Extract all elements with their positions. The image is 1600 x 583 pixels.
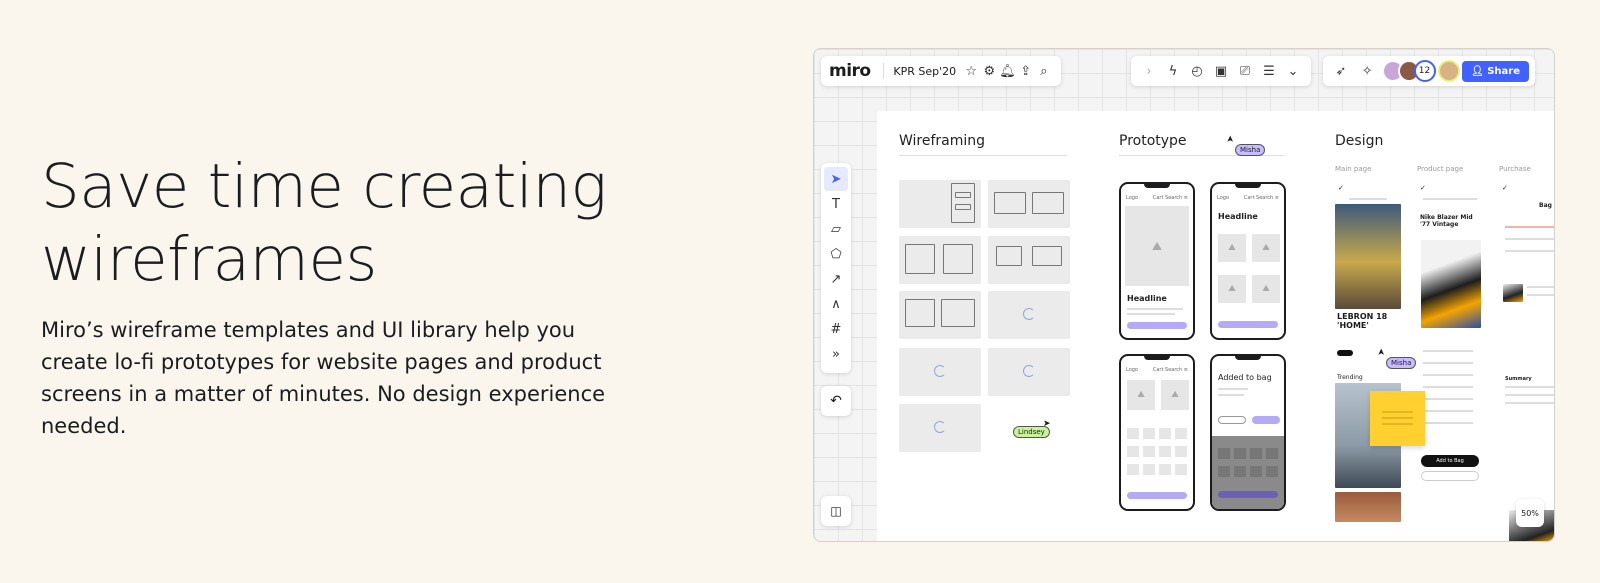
phone-cta-button[interactable] — [1127, 492, 1187, 499]
gear-icon[interactable]: ⚙ — [980, 59, 998, 83]
more-tools-icon[interactable]: » — [824, 342, 848, 366]
cursor-follow-icon[interactable]: ➶ — [1329, 59, 1353, 83]
phone-headline: Headline — [1218, 212, 1258, 221]
bell-icon[interactable]: 🔔︎ — [998, 59, 1016, 83]
section-title-wireframing: Wireframing — [899, 133, 1067, 156]
cursor-icon[interactable]: ➤ — [824, 167, 848, 191]
collaborator-count: 12 — [1413, 60, 1436, 82]
notes-icon[interactable]: ☰ — [1257, 59, 1281, 83]
zoom-level[interactable]: 50% — [1516, 499, 1544, 527]
wireframe-sketch-thumb[interactable] — [899, 291, 981, 339]
design-summary: Summary — [1505, 376, 1532, 382]
search-icon[interactable]: ⌕ — [1035, 59, 1053, 83]
chevron-right-icon[interactable]: › — [1137, 59, 1161, 83]
design-lebron-title: LEBRON 18 'HOME' — [1337, 312, 1388, 330]
design-purchase-page[interactable]: ✓ Bag Summary — [1499, 180, 1554, 541]
wireframe-sketch-thumb[interactable] — [988, 236, 1070, 284]
phone-search: Search — [1256, 195, 1274, 201]
celebrate-icon[interactable]: ✧ — [1355, 59, 1379, 83]
hero-title: Save time creating wireframes — [41, 150, 701, 296]
bolt-icon[interactable]: ϟ — [1161, 59, 1185, 83]
hero-description: Miro’s wireframe templates and UI librar… — [41, 318, 606, 438]
board-name[interactable]: KPR Sep'20 — [893, 65, 956, 78]
arrow-icon[interactable]: ↗ — [824, 267, 848, 291]
design-product-page[interactable]: ✓ Nike Blazer Mid '77 Vintage Add to Bag — [1417, 180, 1483, 541]
wireframe-sketch-thumb[interactable] — [899, 180, 981, 228]
present-icon[interactable]: ⎚ — [1233, 59, 1257, 83]
board-toolbar-right: ➶ ✧ 12 👤︎ Share — [1323, 56, 1535, 86]
cursor-label-misha: Misha — [1235, 144, 1266, 156]
miro-logo[interactable]: miro — [829, 61, 871, 81]
loading-spinner-icon — [1023, 365, 1035, 377]
more-icon[interactable]: ⌄ — [1281, 59, 1305, 83]
frame-icon[interactable]: # — [824, 317, 848, 341]
design-product-name: Nike Blazer Mid '77 Vintage — [1420, 214, 1473, 228]
wireframe-sketch-thumb[interactable] — [899, 236, 981, 284]
tools-panel: ➤ T ▱ ⬠ ↗ ∧ # » — [821, 163, 851, 373]
phone-cart: Cart — [1152, 367, 1164, 373]
collaborator-avatars[interactable]: 12 — [1381, 60, 1436, 82]
share-button[interactable]: 👤︎ Share — [1462, 60, 1529, 82]
share-label: Share — [1487, 65, 1520, 77]
loading-spinner-icon — [934, 365, 946, 377]
board-toolbar-collab: › ϟ ◴ ▣ ⎚ ☰ ⌄ — [1131, 56, 1311, 86]
board-toolbar-left: miro KPR Sep'20 ☆ ⚙ 🔔︎ ⇪ ⌕ — [821, 56, 1061, 86]
phone-mockup-grid[interactable]: Logo Cart Search ≡ ⛰ ⛰ — [1119, 354, 1195, 511]
phone-logo: Logo — [1217, 195, 1229, 201]
phone-mockup-home[interactable]: Logo Cart Search ≡ ⛰ Headline — [1119, 182, 1195, 340]
timer-icon[interactable]: ◴ — [1185, 59, 1209, 83]
loading-spinner-icon — [1023, 308, 1035, 320]
sneaker-photo — [1421, 240, 1481, 328]
loading-spinner-icon — [934, 421, 946, 433]
phone-cart: Cart — [1152, 195, 1164, 201]
phone-mockup-list[interactable]: Logo Cart Search ≡ Headline ⛰ ⛰ ⛰ ⛰ — [1210, 182, 1286, 340]
loading-thumb[interactable] — [899, 404, 981, 452]
phone-logo: Logo — [1126, 367, 1138, 373]
phone-search: Search — [1165, 367, 1183, 373]
upload-icon[interactable]: ⇪ — [1017, 59, 1035, 83]
design-column-purchase: Purchase — [1499, 165, 1531, 173]
loading-thumb[interactable] — [988, 348, 1070, 396]
hero-title-line2: wireframes — [41, 224, 377, 295]
lebron-photo — [1335, 204, 1401, 309]
image-placeholder-icon: ⛰ — [1125, 206, 1189, 286]
design-column-main: Main page — [1335, 165, 1372, 173]
sticky-note-icon[interactable]: ▱ — [824, 217, 848, 241]
loading-thumb[interactable] — [899, 348, 981, 396]
phone-cart: Cart — [1243, 195, 1255, 201]
cursor-arrow-icon: ➤ — [1376, 348, 1387, 356]
section-title-design: Design — [1335, 133, 1384, 149]
cursor-arrow-icon: ➤ — [1225, 135, 1236, 143]
phone-added-to-bag: Added to bag — [1218, 373, 1272, 382]
phone-cta-button[interactable] — [1127, 322, 1187, 329]
card-icon[interactable]: ▣ — [1209, 59, 1233, 83]
star-icon[interactable]: ☆ — [962, 59, 980, 83]
loading-thumb[interactable] — [988, 291, 1070, 339]
phone-cta-button[interactable] — [1218, 321, 1278, 328]
design-column-product: Product page — [1417, 165, 1464, 173]
design-bag-title: Bag — [1539, 202, 1552, 209]
shapes-icon[interactable]: ⬠ — [824, 242, 848, 266]
sticky-note[interactable] — [1370, 391, 1425, 446]
phone-search: Search — [1165, 195, 1183, 201]
phone-mockup-added-to-bag[interactable]: Added to bag — [1210, 354, 1286, 511]
phone-headline: Headline — [1127, 294, 1167, 303]
cursor-arrow-icon: ➤ — [1043, 419, 1051, 429]
cursor-label-misha: Misha — [1386, 357, 1417, 369]
add-to-bag-button[interactable]: Add to Bag — [1421, 455, 1479, 467]
text-icon[interactable]: T — [824, 192, 848, 216]
nike-logo-icon: ✓ — [1338, 184, 1344, 192]
panel-toggle-icon[interactable]: ◫ — [821, 496, 851, 526]
undo-icon[interactable]: ↶ — [821, 386, 851, 416]
phone-logo: Logo — [1126, 195, 1138, 201]
avatar[interactable] — [1437, 60, 1460, 82]
hero-title-line1: Save time creating — [41, 151, 607, 222]
pen-icon[interactable]: ∧ — [824, 292, 848, 316]
design-trending: Trending — [1337, 374, 1363, 381]
miro-board-preview: Wireframing Lindsey ➤ Prototype ➤ Misha … — [813, 48, 1555, 542]
wireframe-sketch-thumb[interactable] — [988, 180, 1070, 228]
